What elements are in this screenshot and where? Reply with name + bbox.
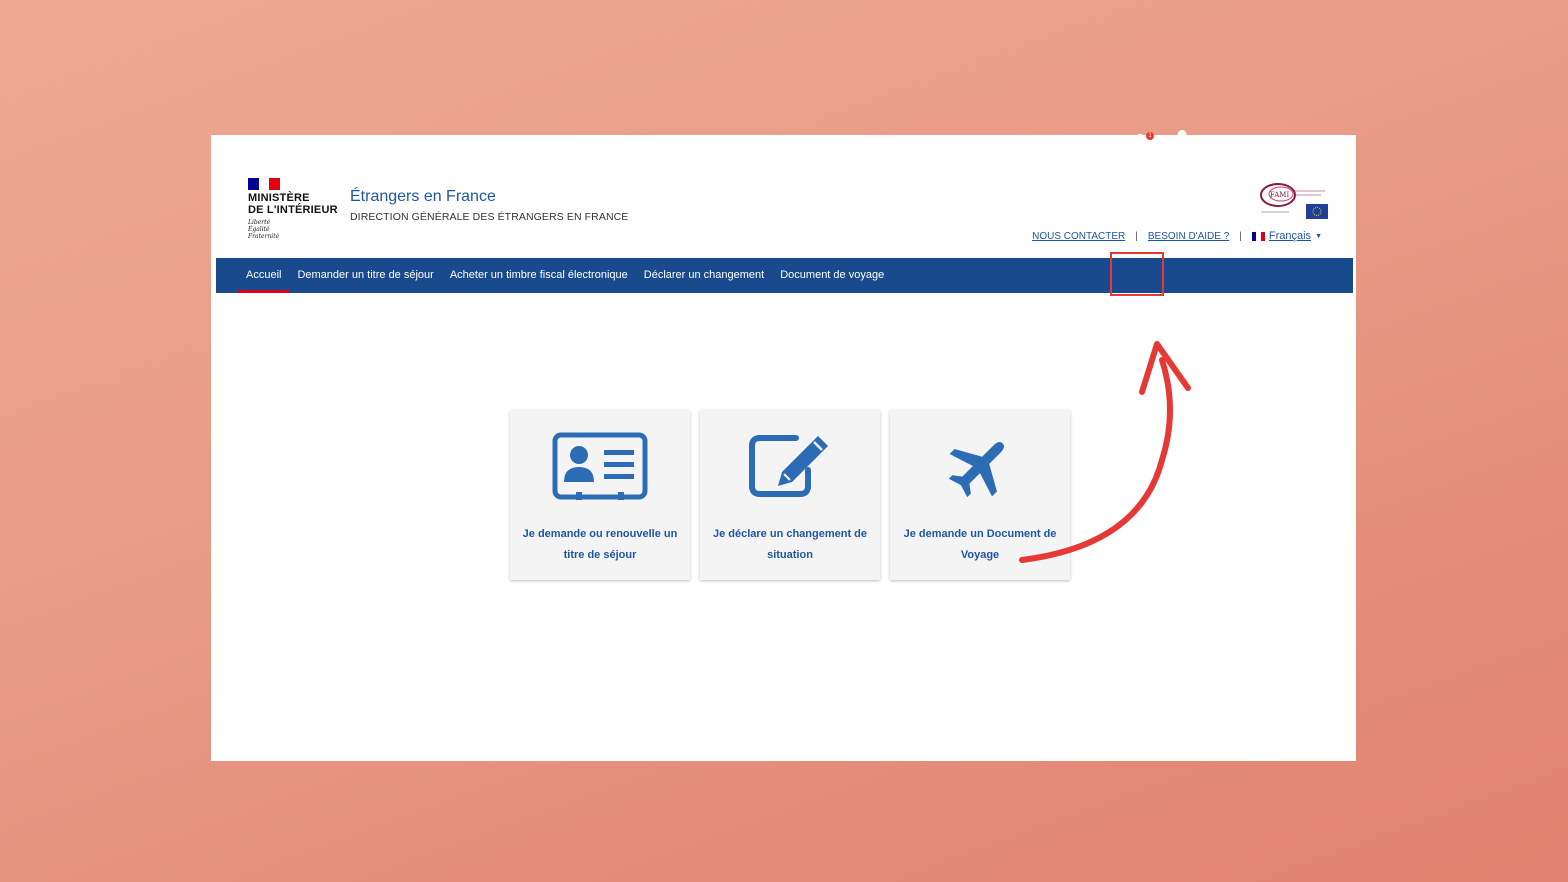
card-changement-situation[interactable]: Je déclare un changement de situation [700,410,880,580]
browser-screenshot: MINISTÈRE DE L'INTÉRIEUR Liberté Égalité… [211,135,1356,761]
card-label: Je demande un Document de Voyage [903,528,1057,561]
notification-count-badge: 1 [1146,132,1154,140]
contact-link[interactable]: NOUS CONTACTER [1032,231,1125,242]
nav-item-timbre-fiscal[interactable]: Acheter un timbre fiscal électronique [442,258,636,293]
card-document-voyage[interactable]: Je demande un Document de Voyage [890,410,1070,580]
language-label: Français [1268,230,1312,242]
fami-eu-logo: FAMI [1260,183,1328,219]
nav-item-titre-sejour[interactable]: Demander un titre de séjour [289,258,441,293]
site-subtitle: DIRECTION GÉNÉRALE DES ÉTRANGERS EN FRAN… [350,211,629,223]
main-navbar: Accueil Demander un titre de séjour Ache… [216,258,1353,293]
separator: | [1135,230,1138,242]
nav-item-accueil[interactable]: Accueil [238,258,290,293]
card-titre-sejour[interactable]: Je demande ou renouvelle un titre de séj… [510,410,690,580]
language-selector[interactable]: Français ▼ [1251,230,1322,242]
help-link[interactable]: BESOIN D'AIDE ? [1148,231,1229,242]
edit-icon [749,435,828,497]
separator: | [1239,230,1242,242]
ministry-name-line2: DE L'INTÉRIEUR [248,204,338,216]
french-flag-icon [248,178,281,190]
site-title[interactable]: Étrangers en France [350,188,496,206]
svg-text:FAMI: FAMI [1270,191,1289,199]
card-label: Je déclare un changement de situation [712,528,868,561]
ministry-logo[interactable]: MINISTÈRE DE L'INTÉRIEUR Liberté Égalité… [248,178,343,244]
card-label: Je demande ou renouvelle un titre de séj… [522,528,678,561]
nav-item-declarer-changement[interactable]: Déclarer un changement [636,258,772,293]
french-flag-icon [1251,231,1265,241]
republic-motto: Liberté Égalité Fraternité [248,219,280,240]
user-account-icon[interactable] [1173,129,1191,149]
caret-down-icon: ▼ [1315,232,1322,240]
top-links: NOUS CONTACTER | BESOIN D'AIDE ? | Franç… [1032,230,1322,242]
id-card-icon [552,432,648,500]
nav-item-document-voyage[interactable]: Document de voyage [772,258,892,293]
ministry-name-line1: MINISTÈRE [248,192,310,204]
notification-highlight-box [1110,252,1164,296]
airplane-icon [948,442,1004,498]
